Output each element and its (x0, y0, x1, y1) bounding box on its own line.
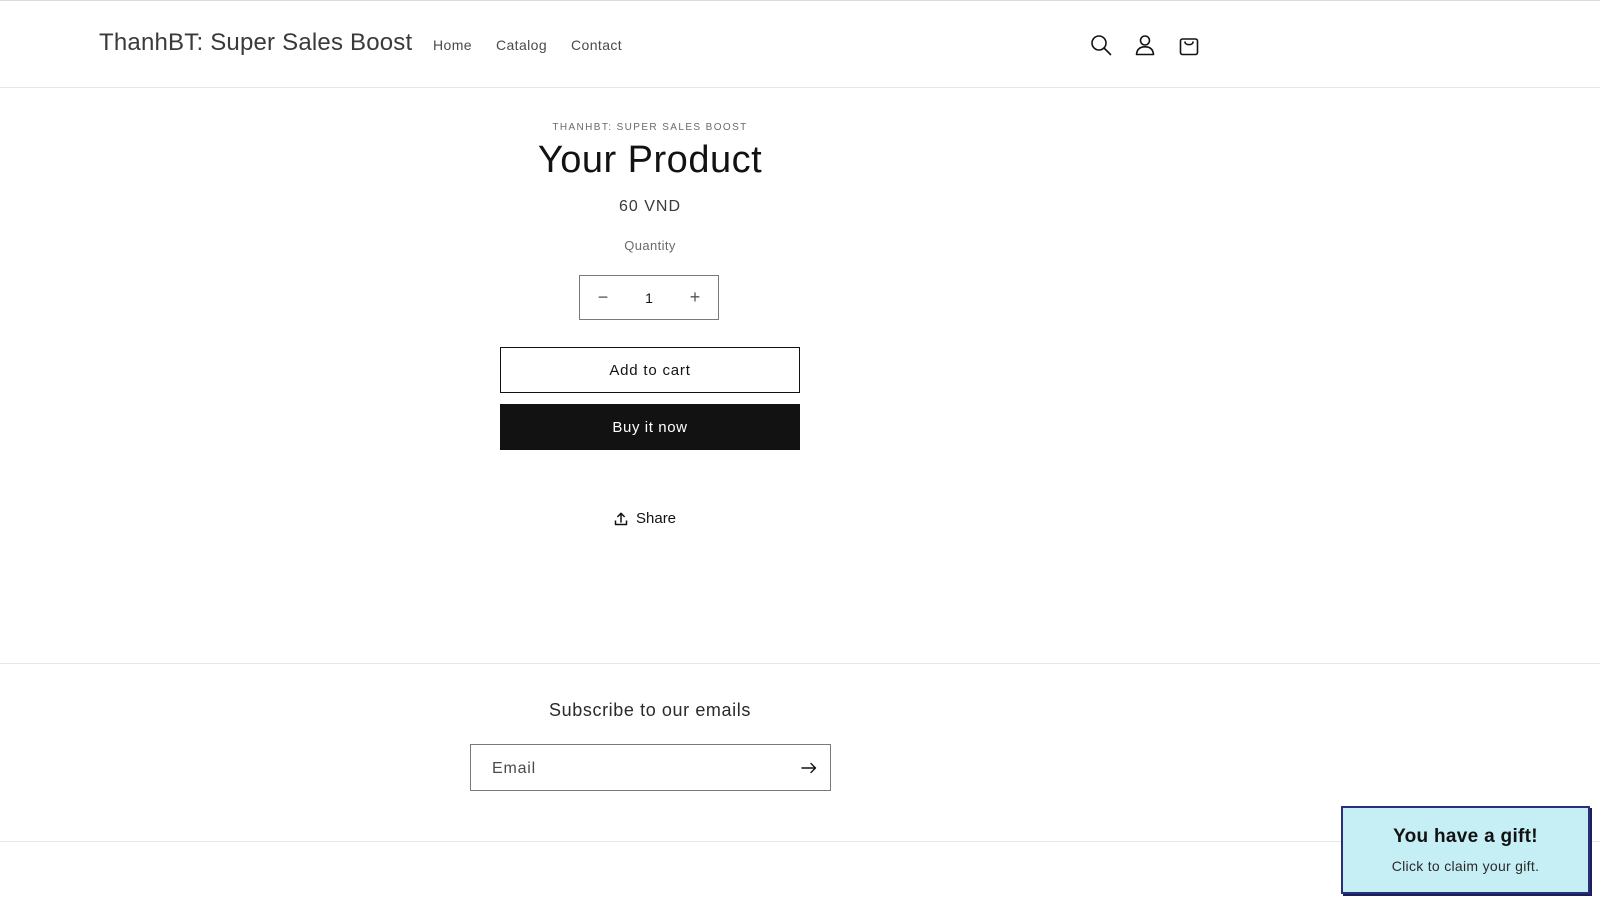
product-info: THANHBT: SUPER SALES BOOST Your Product … (500, 110, 800, 527)
search-icon (1091, 35, 1112, 56)
add-to-cart-button[interactable]: Add to cart (500, 347, 800, 393)
product-title: Your Product (537, 139, 763, 181)
account-icon (1135, 35, 1155, 56)
quantity-decrease-button[interactable]: − (580, 276, 626, 319)
newsletter-title: Subscribe to our emails (549, 700, 751, 720)
quantity-increase-button[interactable]: + (672, 276, 718, 319)
share-icon (614, 512, 628, 525)
subscribe-submit-button[interactable] (794, 753, 824, 783)
main-nav: Home Catalog Contact (433, 37, 622, 53)
cart-button[interactable] (1174, 29, 1204, 61)
product-price: 60 VND (618, 198, 682, 215)
product-vendor: THANHBT: SUPER SALES BOOST (552, 122, 748, 133)
gift-subtitle: Click to claim your gift. (1391, 858, 1540, 874)
gift-title: You have a gift! (1393, 826, 1538, 847)
quantity-label: Quantity (624, 238, 676, 253)
newsletter-form (470, 744, 831, 791)
site-header: ThanhBT: Super Sales Boost Home Catalog … (0, 1, 1600, 88)
quantity-stepper: − + (579, 275, 719, 320)
store-logo[interactable]: ThanhBT: Super Sales Boost (99, 29, 412, 57)
footer-divider (0, 663, 1600, 664)
arrow-right-icon (801, 762, 817, 774)
nav-catalog[interactable]: Catalog (496, 37, 547, 53)
cart-icon (1179, 38, 1199, 56)
email-input[interactable] (490, 757, 784, 781)
share-button[interactable]: Share (614, 510, 676, 527)
quantity-input[interactable] (627, 288, 671, 307)
search-button[interactable] (1086, 29, 1116, 61)
nav-home[interactable]: Home (433, 37, 472, 53)
header-icons (1086, 29, 1204, 61)
share-label: Share (636, 510, 677, 527)
account-button[interactable] (1130, 29, 1160, 61)
buy-it-now-button[interactable]: Buy it now (500, 404, 800, 450)
nav-contact[interactable]: Contact (571, 37, 622, 53)
gift-popup[interactable]: You have a gift! Click to claim your gif… (1341, 806, 1590, 894)
